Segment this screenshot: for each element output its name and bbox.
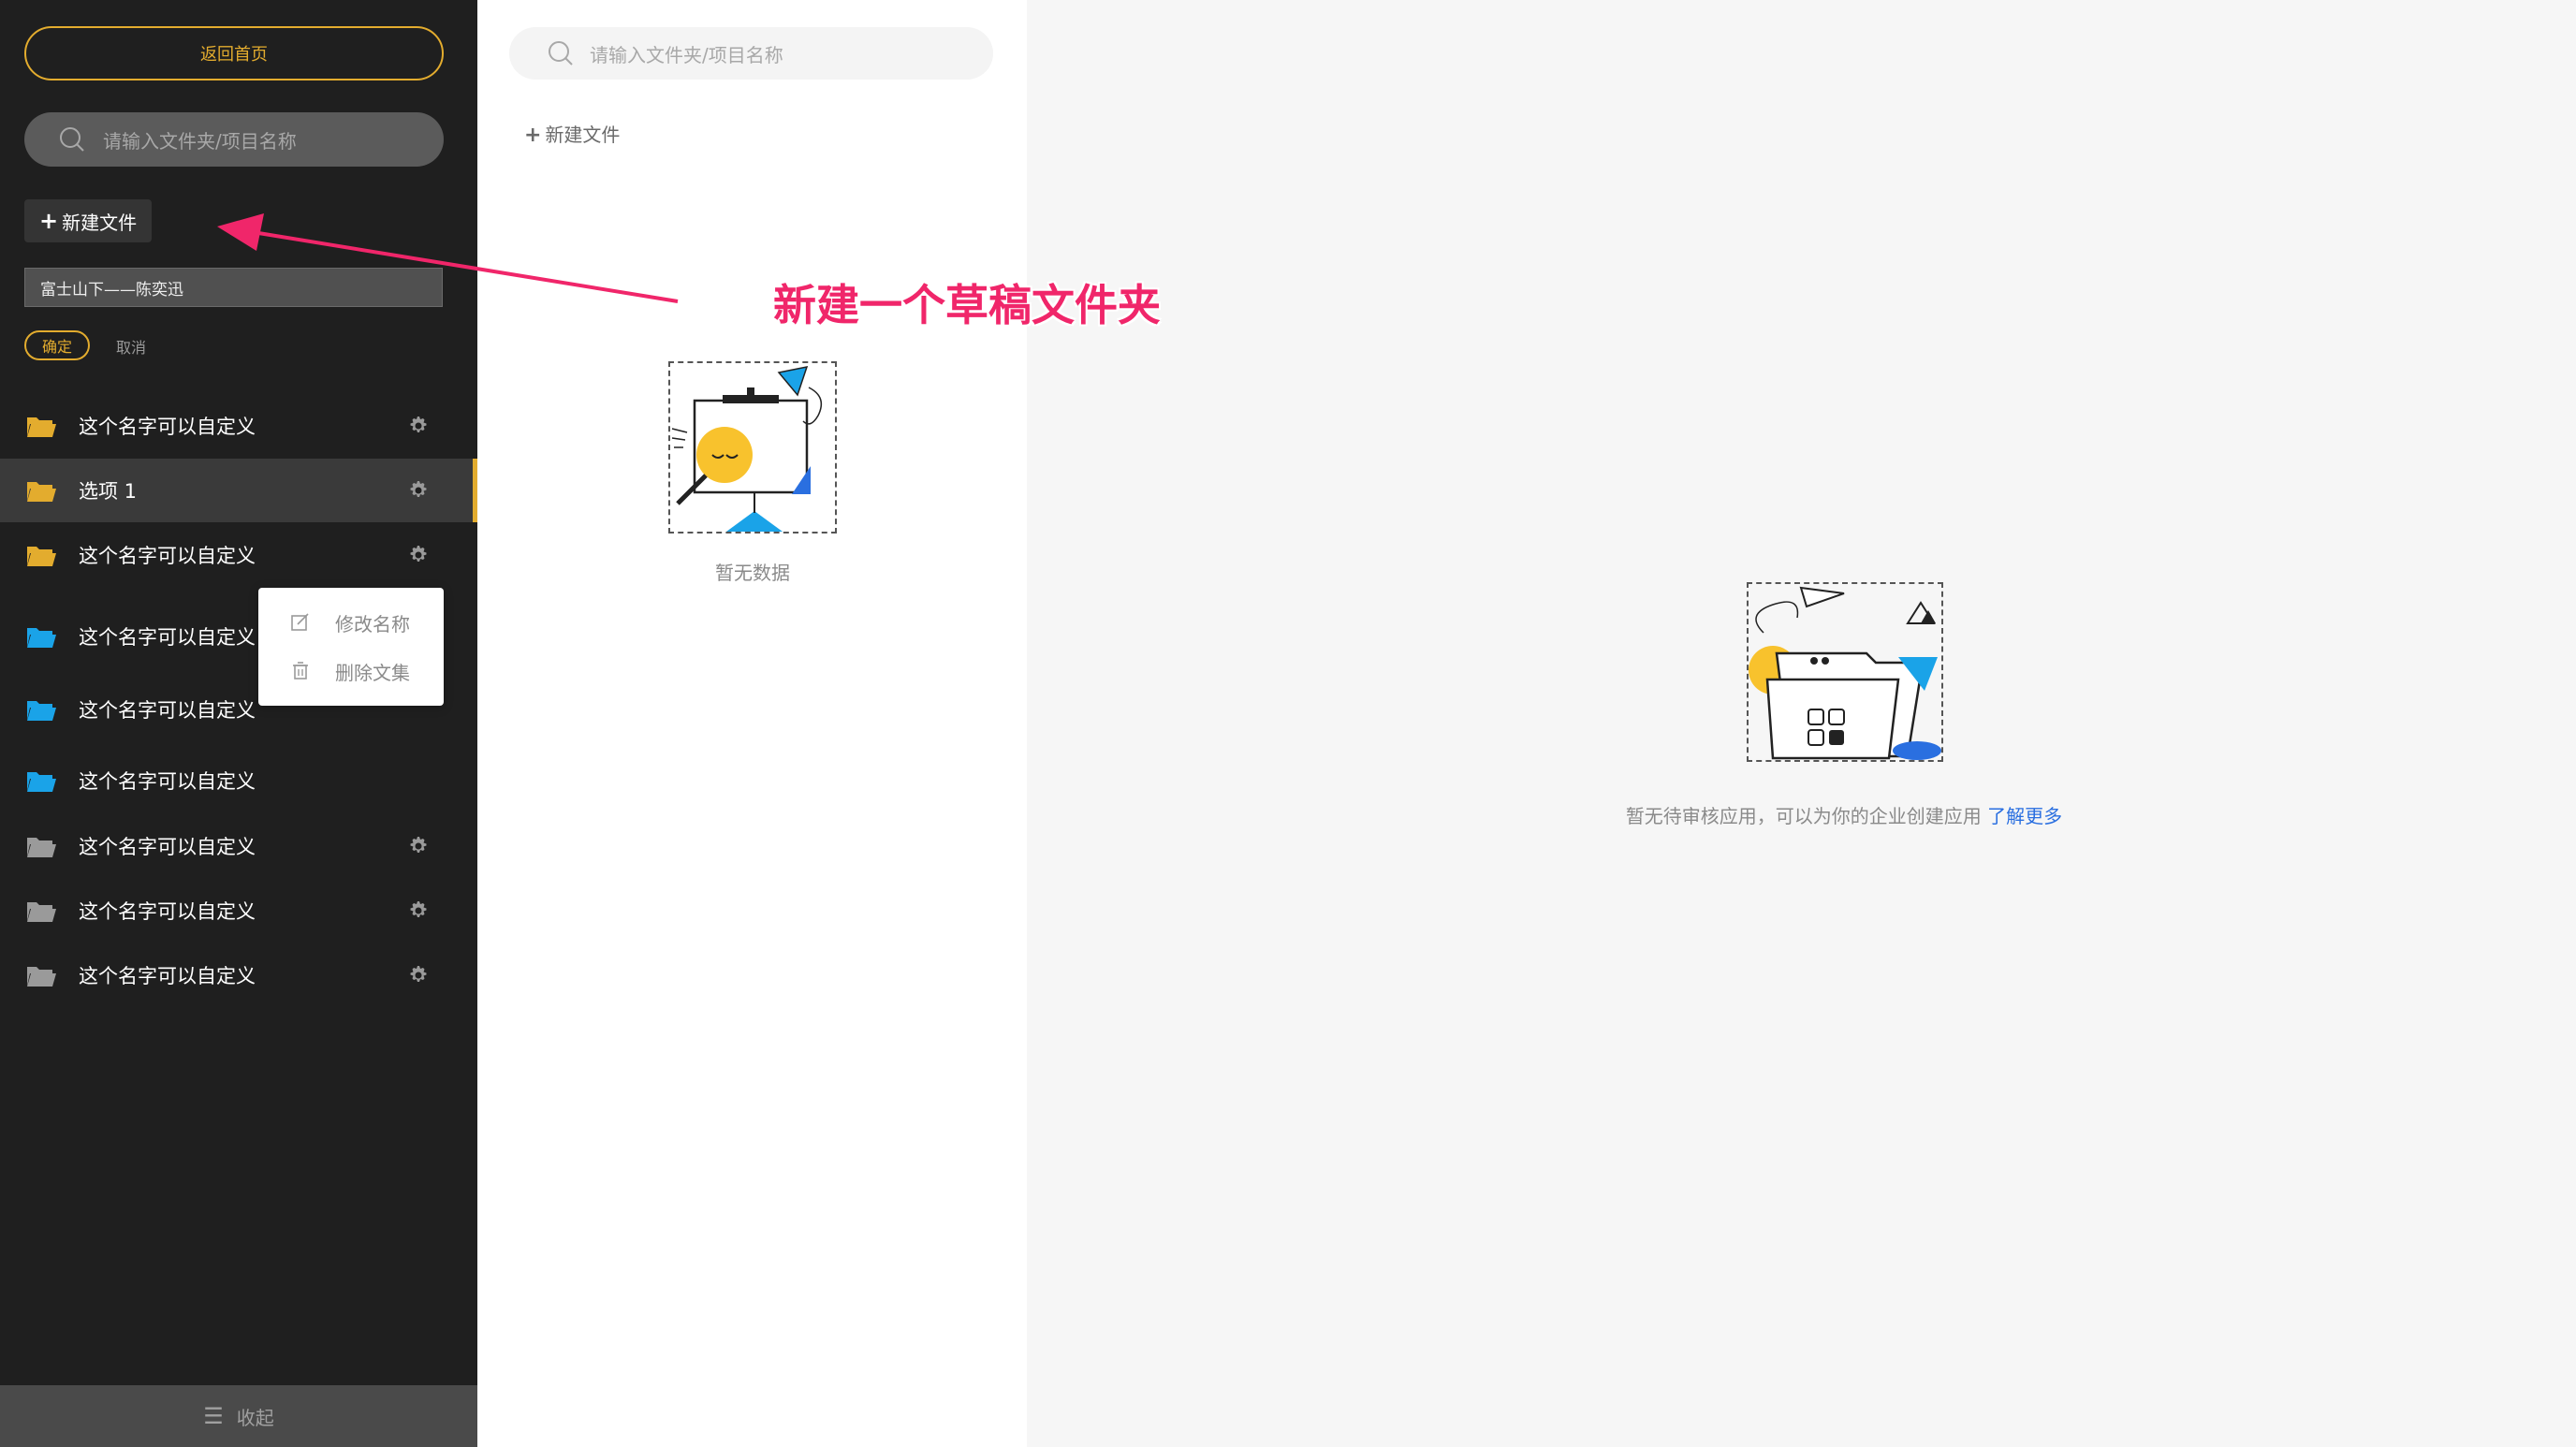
folder-label: 这个名字可以自定义 bbox=[79, 626, 256, 649]
folder-open-icon bbox=[27, 967, 56, 987]
folder-open-icon bbox=[27, 772, 56, 792]
gear-icon[interactable] bbox=[406, 544, 429, 566]
collapse-label: 收起 bbox=[236, 1406, 274, 1429]
delete-label: 删除文集 bbox=[335, 661, 410, 684]
folder-item[interactable]: 选项 1 bbox=[0, 459, 477, 522]
folder-context-menu: 修改名称 删除文集 bbox=[258, 588, 444, 706]
new-file-label: 新建文件 bbox=[545, 124, 621, 146]
empty-text: 暂无数据 bbox=[715, 562, 790, 584]
folder-open-icon bbox=[27, 902, 56, 922]
folder-item[interactable]: 这个名字可以自定义 bbox=[0, 749, 477, 812]
sidebar-search-placeholder: 请输入文件夹/项目名称 bbox=[103, 129, 297, 153]
folder-item[interactable]: 这个名字可以自定义 bbox=[0, 394, 477, 458]
folder-open-icon bbox=[27, 838, 56, 857]
folder-name-input[interactable]: 富士山下——陈奕迅 bbox=[24, 268, 443, 307]
cancel-button[interactable]: 取消 bbox=[116, 332, 146, 360]
folder-open-icon bbox=[27, 547, 56, 566]
annotation-text: 新建一个草稿文件夹 bbox=[773, 280, 1161, 330]
edit-icon bbox=[291, 613, 309, 631]
gear-icon[interactable] bbox=[406, 835, 429, 857]
folder-open-icon bbox=[27, 628, 56, 648]
file-list-panel: 请输入文件夹/项目名称 + 新建文件 暂无数据 bbox=[477, 0, 1027, 1447]
folder-label: 这个名字可以自定义 bbox=[79, 699, 256, 722]
file-search-input[interactable]: 请输入文件夹/项目名称 bbox=[509, 27, 993, 80]
rename-label: 修改名称 bbox=[335, 612, 410, 636]
folder-label: 这个名字可以自定义 bbox=[79, 416, 256, 438]
new-file-button[interactable]: + 新建文件 bbox=[24, 199, 153, 242]
empty-illustration bbox=[668, 361, 837, 533]
plus-icon: + bbox=[39, 208, 59, 234]
collapse-icon: ☰ bbox=[203, 1403, 224, 1429]
new-file-label: 新建文件 bbox=[62, 211, 138, 234]
folder-item[interactable]: 这个名字可以自定义 bbox=[0, 814, 477, 878]
folder-open-icon bbox=[27, 701, 56, 721]
search-icon bbox=[60, 127, 84, 152]
delete-menu-item[interactable]: 删除文集 bbox=[258, 650, 444, 693]
folder-label: 这个名字可以自定义 bbox=[79, 545, 256, 567]
folder-open-icon bbox=[27, 417, 56, 437]
folder-open-icon bbox=[27, 482, 56, 502]
folder-label: 这个名字可以自定义 bbox=[79, 836, 256, 858]
sidebar-search-input[interactable]: 请输入文件夹/项目名称 bbox=[24, 112, 444, 167]
empty-apps-text: 暂无待审核应用，可以为你的企业创建应用 了解更多 bbox=[1591, 801, 2097, 828]
folder-item[interactable]: 这个名字可以自定义 bbox=[0, 523, 477, 587]
folder-item[interactable]: 这个名字可以自定义 bbox=[0, 943, 477, 1007]
trash-icon bbox=[293, 662, 308, 680]
folder-item[interactable]: 这个名字可以自定义 bbox=[0, 879, 477, 943]
collapse-button[interactable]: ☰ 收起 bbox=[0, 1385, 477, 1447]
gear-icon[interactable] bbox=[406, 964, 429, 987]
rename-menu-item[interactable]: 修改名称 bbox=[258, 601, 444, 644]
plus-icon: + bbox=[524, 124, 542, 147]
gear-icon[interactable] bbox=[406, 479, 429, 502]
empty-apps-illustration bbox=[1747, 582, 1943, 762]
gear-icon[interactable] bbox=[406, 415, 429, 437]
search-icon bbox=[549, 41, 573, 66]
file-search-placeholder: 请输入文件夹/项目名称 bbox=[590, 43, 783, 66]
new-file-link[interactable]: + 新建文件 bbox=[524, 120, 620, 147]
confirm-button[interactable]: 确定 bbox=[24, 330, 90, 360]
empty-apps-message: 暂无待审核应用，可以为你的企业创建应用 bbox=[1625, 805, 1982, 827]
gear-icon[interactable] bbox=[406, 899, 429, 922]
folder-label: 这个名字可以自定义 bbox=[79, 770, 256, 793]
folder-label: 这个名字可以自定义 bbox=[79, 900, 256, 923]
back-home-button[interactable]: 返回首页 bbox=[24, 26, 444, 80]
folder-label: 这个名字可以自定义 bbox=[79, 965, 256, 987]
sidebar: 返回首页 请输入文件夹/项目名称 + 新建文件 富士山下——陈奕迅 确定 取消 … bbox=[0, 0, 477, 1447]
folder-label: 选项 1 bbox=[79, 480, 138, 503]
learn-more-link[interactable]: 了解更多 bbox=[1987, 805, 2062, 827]
